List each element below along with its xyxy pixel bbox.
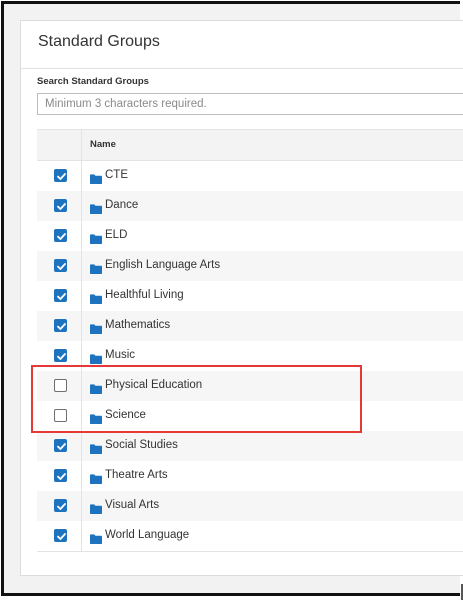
- row-label: English Language Arts: [105, 259, 221, 271]
- column-divider: [81, 161, 82, 191]
- row-label: Science: [105, 409, 146, 421]
- folder-icon: [90, 321, 102, 334]
- column-divider: [81, 251, 82, 281]
- column-divider: [81, 341, 82, 371]
- panel-title: Standard Groups: [38, 33, 160, 50]
- table-row[interactable]: Social Studies: [37, 431, 463, 461]
- column-divider: [81, 281, 82, 311]
- checkmark-icon: [57, 323, 66, 330]
- row-checkbox[interactable]: [54, 199, 67, 212]
- standard-groups-table: Name CTE Dance ELD English Language Arts Hea…: [37, 129, 463, 552]
- checkmark-icon: [57, 533, 66, 540]
- checkmark-icon: [57, 293, 66, 300]
- row-label: Mathematics: [105, 319, 171, 331]
- checkmark-icon: [57, 263, 66, 270]
- table-row[interactable]: Visual Arts: [37, 491, 463, 521]
- row-checkbox[interactable]: [54, 319, 67, 332]
- checkmark-icon: [57, 233, 66, 240]
- column-divider: [81, 221, 82, 251]
- table-row[interactable]: CTE: [37, 161, 463, 191]
- row-label: Music: [105, 349, 136, 361]
- row-checkbox[interactable]: [54, 409, 67, 422]
- folder-icon: [90, 231, 102, 244]
- folder-icon: [90, 441, 102, 454]
- title-divider: [21, 68, 463, 69]
- column-divider: [81, 130, 82, 160]
- row-label: Theatre Arts: [105, 469, 168, 481]
- row-checkbox[interactable]: [54, 259, 67, 272]
- row-checkbox[interactable]: [54, 229, 67, 242]
- column-divider: [81, 521, 82, 551]
- row-label: Visual Arts: [105, 499, 160, 511]
- search-label: Search Standard Groups: [37, 76, 149, 87]
- table-row[interactable]: Theatre Arts: [37, 461, 463, 491]
- standard-groups-panel: Standard Groups Search Standard Groups N…: [20, 20, 463, 576]
- column-divider: [81, 371, 82, 401]
- table-body: CTE Dance ELD English Language Arts Healthfu…: [37, 161, 463, 551]
- table-row[interactable]: Mathematics: [37, 311, 463, 341]
- row-label: World Language: [105, 529, 190, 541]
- row-label: Dance: [105, 199, 139, 211]
- column-divider: [81, 461, 82, 491]
- row-label: Healthful Living: [105, 289, 184, 301]
- checkmark-icon: [57, 503, 66, 510]
- table-header: Name: [37, 129, 463, 161]
- folder-icon: [90, 381, 102, 394]
- table-row[interactable]: English Language Arts: [37, 251, 463, 281]
- row-checkbox[interactable]: [54, 349, 67, 362]
- table-row[interactable]: World Language: [37, 521, 463, 551]
- row-checkbox[interactable]: [54, 499, 67, 512]
- folder-icon: [90, 171, 102, 184]
- folder-icon: [90, 531, 102, 544]
- row-checkbox[interactable]: [54, 379, 67, 392]
- folder-icon: [90, 291, 102, 304]
- row-checkbox[interactable]: [54, 469, 67, 482]
- table-row[interactable]: Dance: [37, 191, 463, 221]
- folder-icon: [90, 351, 102, 364]
- table-row[interactable]: Science: [37, 401, 463, 431]
- table-row[interactable]: Healthful Living: [37, 281, 463, 311]
- row-checkbox[interactable]: [54, 439, 67, 452]
- row-label: ELD: [105, 229, 128, 241]
- table-row[interactable]: ELD: [37, 221, 463, 251]
- checkmark-icon: [57, 173, 66, 180]
- checkmark-icon: [57, 203, 66, 210]
- column-divider: [81, 311, 82, 341]
- screenshot-frame: Standard Groups Search Standard Groups N…: [1, 1, 463, 600]
- folder-icon: [90, 501, 102, 514]
- row-checkbox[interactable]: [54, 169, 67, 182]
- row-label: CTE: [105, 169, 128, 181]
- row-checkbox[interactable]: [54, 289, 67, 302]
- column-divider: [81, 491, 82, 521]
- table-row[interactable]: Physical Education: [37, 371, 463, 401]
- row-checkbox[interactable]: [54, 529, 67, 542]
- column-divider: [81, 401, 82, 431]
- checkmark-icon: [57, 353, 66, 360]
- checkmark-icon: [57, 473, 66, 480]
- folder-icon: [90, 201, 102, 214]
- row-label: Physical Education: [105, 379, 203, 391]
- folder-icon: [90, 471, 102, 484]
- folder-icon: [90, 261, 102, 274]
- checkmark-icon: [57, 443, 66, 450]
- folder-icon: [90, 411, 102, 424]
- table-row[interactable]: Music: [37, 341, 463, 371]
- table-bottom-border: [37, 551, 463, 552]
- column-header-name[interactable]: Name: [90, 139, 116, 150]
- column-divider: [81, 191, 82, 221]
- search-input[interactable]: [37, 93, 463, 115]
- row-label: Social Studies: [105, 439, 178, 451]
- column-divider: [81, 431, 82, 461]
